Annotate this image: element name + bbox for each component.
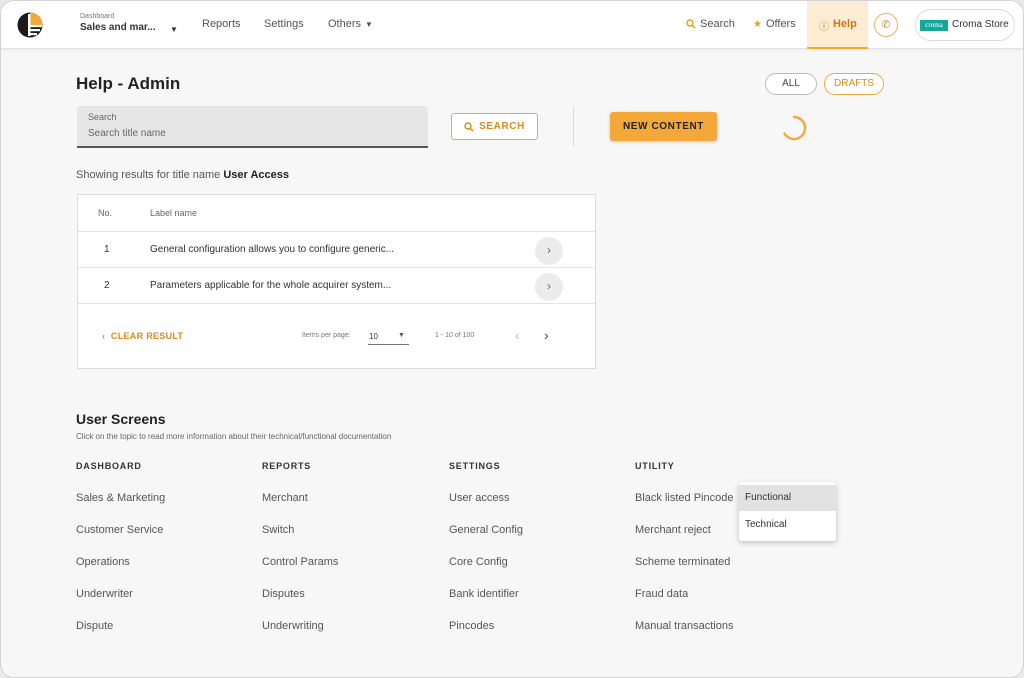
- topic-link[interactable]: Black listed Pincode: [635, 492, 733, 524]
- new-content-button[interactable]: NEW CONTENT: [610, 112, 717, 141]
- table-row[interactable]: 1 General configuration allows you to co…: [78, 231, 595, 267]
- doc-type-dropdown: Functional Technical: [739, 482, 836, 541]
- clear-result-label: CLEAR RESULT: [110, 331, 184, 341]
- dashboard-selector[interactable]: Dashboard Sales and mar... ▼: [80, 12, 180, 35]
- chevron-left-icon[interactable]: ‹: [515, 327, 520, 343]
- column-utility: UTILITY Black listed Pincode Merchant re…: [635, 460, 733, 652]
- filter-drafts-button[interactable]: DRAFTS: [824, 73, 884, 95]
- chevron-right-icon[interactable]: ›: [535, 273, 563, 301]
- company-logo-icon[interactable]: [17, 12, 43, 38]
- row-divider: [78, 303, 595, 304]
- row-label: General configuration allows you to conf…: [150, 244, 395, 255]
- star-icon: ★: [753, 18, 762, 30]
- column-dashboard: DASHBOARD Sales & Marketing Customer Ser…: [76, 460, 165, 652]
- column-heading: SETTINGS: [449, 461, 501, 471]
- user-screens-subtitle: Click on the topic to read more informat…: [76, 432, 392, 441]
- row-number: 1: [104, 244, 110, 255]
- column-heading: DASHBOARD: [76, 461, 142, 471]
- items-per-page-select[interactable]: 10 ▼: [368, 328, 409, 345]
- items-per-page-label: Items per page:: [302, 332, 351, 339]
- clear-result-button[interactable]: ‹ CLEAR RESULT: [102, 331, 183, 341]
- topic-link[interactable]: Merchant: [262, 492, 338, 524]
- dashboard-selected-value: Sales and mar...: [80, 22, 156, 33]
- dropdown-option-technical[interactable]: Technical: [739, 512, 836, 538]
- help-circle-icon: ⓘ: [819, 22, 829, 33]
- topic-link[interactable]: Operations: [76, 556, 165, 588]
- header-search-button[interactable]: Search: [686, 18, 735, 30]
- column-header-label: Label name: [150, 208, 198, 218]
- topic-link[interactable]: Sales & Marketing: [76, 492, 165, 524]
- column-heading: REPORTS: [262, 461, 312, 471]
- column-reports: REPORTS Merchant Switch Control Params D…: [262, 460, 338, 652]
- column-header-no: No.: [98, 208, 113, 218]
- topic-link[interactable]: Switch: [262, 524, 338, 556]
- header-help-tab[interactable]: ⓘ Help: [807, 1, 868, 49]
- user-screens-title: User Screens: [76, 411, 166, 427]
- row-label: Parameters applicable for the whole acqu…: [150, 280, 392, 291]
- loading-spinner-icon: [783, 115, 807, 141]
- topic-link[interactable]: Customer Service: [76, 524, 165, 556]
- nav-others[interactable]: Others ▼: [328, 18, 373, 30]
- topic-link[interactable]: Manual transactions: [635, 620, 733, 652]
- results-query: User Access: [223, 169, 289, 181]
- topic-link[interactable]: Control Params: [262, 556, 338, 588]
- search-field-label: Search: [88, 112, 117, 122]
- search-icon: [686, 19, 696, 29]
- top-header: Dashboard Sales and mar... ▼ Reports Set…: [1, 1, 1023, 49]
- column-settings: SETTINGS User access General Config Core…: [449, 460, 523, 652]
- caret-down-icon: ▼: [398, 332, 405, 339]
- topic-link[interactable]: Dispute: [76, 620, 165, 652]
- search-input[interactable]: [88, 125, 408, 141]
- topic-link[interactable]: Merchant reject: [635, 524, 733, 556]
- store-name: Croma Store: [952, 19, 1009, 30]
- phone-icon: ✆: [881, 19, 891, 31]
- vertical-divider: [573, 107, 574, 147]
- topic-link[interactable]: Pincodes: [449, 620, 523, 652]
- nav-others-label: Others: [328, 18, 362, 30]
- chevron-right-icon[interactable]: ›: [544, 327, 549, 343]
- header-offers-label: Offers: [765, 18, 796, 30]
- topic-link[interactable]: Scheme terminated: [635, 556, 733, 588]
- topic-link[interactable]: Bank identifier: [449, 588, 523, 620]
- search-button[interactable]: SEARCH: [451, 113, 538, 140]
- topic-link[interactable]: User access: [449, 492, 523, 524]
- header-search-label: Search: [700, 18, 735, 30]
- pagination-range: 1 - 10 of 100: [435, 332, 475, 339]
- topic-link[interactable]: Underwriting: [262, 620, 338, 652]
- store-logo: croma: [920, 20, 948, 31]
- topic-link[interactable]: Underwriter: [76, 588, 165, 620]
- nav-settings[interactable]: Settings: [264, 18, 304, 30]
- header-help-label: Help: [833, 18, 857, 30]
- topic-link[interactable]: Fraud data: [635, 588, 733, 620]
- results-table: No. Label name 1 General configuration a…: [77, 194, 596, 369]
- caret-down-icon: ▼: [365, 20, 373, 29]
- phone-button[interactable]: ✆: [874, 13, 898, 37]
- caret-down-icon: ▼: [170, 25, 178, 34]
- column-heading: UTILITY: [635, 461, 675, 471]
- search-button-label: SEARCH: [479, 121, 525, 132]
- results-summary: Showing results for title name User Acce…: [76, 169, 289, 181]
- app-frame: Dashboard Sales and mar... ▼ Reports Set…: [0, 0, 1024, 678]
- topic-link[interactable]: Core Config: [449, 556, 523, 588]
- dropdown-option-functional[interactable]: Functional: [739, 485, 836, 511]
- topic-link[interactable]: General Config: [449, 524, 523, 556]
- chevron-right-icon[interactable]: ›: [535, 237, 563, 265]
- row-number: 2: [104, 280, 110, 291]
- store-selector[interactable]: croma Croma Store: [915, 9, 1015, 41]
- search-field[interactable]: Search: [77, 106, 428, 148]
- search-icon: [464, 121, 474, 132]
- header-offers-button[interactable]: ★ Offers: [753, 18, 796, 30]
- filter-all-button[interactable]: ALL: [765, 73, 817, 95]
- results-prefix: Showing results for title name: [76, 169, 221, 181]
- topic-link[interactable]: Disputes: [262, 588, 338, 620]
- dashboard-small-label: Dashboard: [80, 13, 115, 20]
- nav-reports[interactable]: Reports: [202, 18, 241, 30]
- page-title: Help - Admin: [76, 74, 181, 93]
- table-row[interactable]: 2 Parameters applicable for the whole ac…: [78, 267, 595, 303]
- items-per-page-value: 10: [369, 332, 378, 341]
